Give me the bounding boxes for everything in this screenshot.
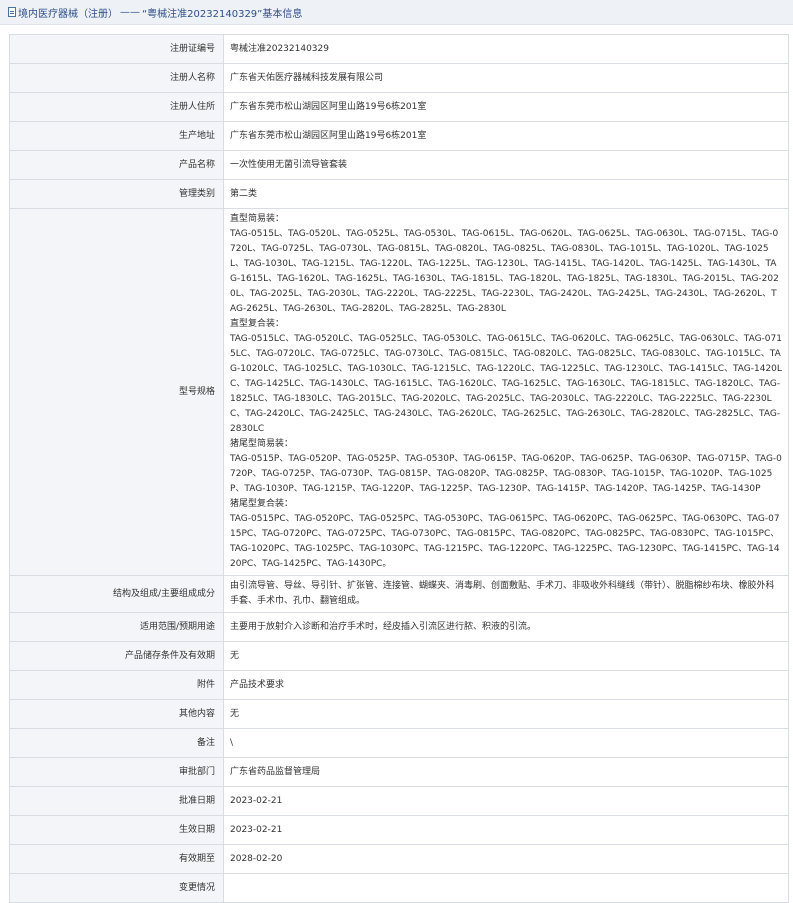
row-label: 生效日期 — [9, 815, 224, 845]
page-header: 境内医疗器械（注册） —— “粤械注准20232140329”基本信息 — [0, 0, 793, 25]
table-row: 批准日期 2023-02-21 — [9, 786, 789, 816]
registrant-value: 广东省天佑医疗器械科技发展有限公司 — [223, 63, 789, 93]
model-group-title: 直型复合装： — [230, 319, 285, 329]
row-label: 审批部门 — [9, 757, 224, 787]
usage-value: 主要用于放射介入诊断和治疗手术时，经皮插入引流区进行脓、积液的引流。 — [223, 612, 789, 642]
other-value: 无 — [223, 699, 789, 729]
table-row: 有效期至 2028-02-20 — [9, 844, 789, 874]
row-label: 型号规格 — [9, 208, 224, 576]
page-title: “粤械注准20232140329”基本信息 — [142, 8, 303, 20]
table-row: 注册人名称 广东省天佑医疗器械科技发展有限公司 — [9, 63, 789, 93]
row-label: 注册人名称 — [9, 63, 224, 93]
table-row: 生效日期 2023-02-21 — [9, 815, 789, 845]
title-separator: —— — [120, 6, 140, 18]
row-label: 附件 — [9, 670, 224, 700]
attachment-value: 产品技术要求 — [223, 670, 789, 700]
table-row: 备注 \ — [9, 728, 789, 758]
product-name-value: 一次性使用无菌引流导管套装 — [223, 150, 789, 180]
model-group-items: TAG-0515PC、TAG-0520PC、TAG-0525PC、TAG-053… — [230, 514, 780, 569]
row-label: 备注 — [9, 728, 224, 758]
model-group-title: 猪尾型复合装： — [230, 499, 294, 509]
row-label: 批准日期 — [9, 786, 224, 816]
row-label: 注册证编号 — [9, 34, 224, 64]
table-row: 产品储存条件及有效期 无 — [9, 641, 789, 671]
effective-date-value: 2023-02-21 — [223, 815, 789, 845]
models-value: 直型简易装： TAG-0515L、TAG-0520L、TAG-0525L、TAG… — [223, 208, 789, 576]
row-label: 管理类别 — [9, 179, 224, 209]
changes-value — [223, 873, 789, 903]
table-row: 注册人住所 广东省东莞市松山湖园区阿里山路19号6栋201室 — [9, 92, 789, 122]
table-row: 变更情况 — [9, 873, 789, 903]
approver-value: 广东省药品监督管理局 — [223, 757, 789, 787]
table-row: 审批部门 广东省药品监督管理局 — [9, 757, 789, 787]
document-icon — [8, 7, 16, 17]
composition-value: 由引流导管、导丝、导引针、扩张管、连接管、蝴蝶夹、消毒刷、创面敷贴、手术刀、非吸… — [223, 575, 789, 613]
model-group-items: TAG-0515L、TAG-0520L、TAG-0525L、TAG-0530L、… — [230, 229, 779, 314]
model-group-items: TAG-0515P、TAG-0520P、TAG-0525P、TAG-0530P、… — [230, 454, 782, 494]
table-row: 其他内容 无 — [9, 699, 789, 729]
table-row: 结构及组成/主要组成成分 由引流导管、导丝、导引针、扩张管、连接管、蝴蝶夹、消毒… — [9, 575, 789, 613]
table-row: 生产地址 广东省东莞市松山湖园区阿里山路19号6栋201室 — [9, 121, 789, 151]
remark-value: \ — [223, 728, 789, 758]
row-label: 变更情况 — [9, 873, 224, 903]
model-group-items: TAG-0515LC、TAG-0520LC、TAG-0525LC、TAG-053… — [230, 334, 782, 434]
info-table: 注册证编号 粤械注准20232140329 注册人名称 广东省天佑医疗器械科技发… — [9, 34, 789, 903]
expiry-value: 2028-02-20 — [223, 844, 789, 874]
row-label: 结构及组成/主要组成成分 — [9, 575, 224, 613]
reg-no-value: 粤械注准20232140329 — [223, 34, 789, 64]
table-row: 附件 产品技术要求 — [9, 670, 789, 700]
row-label: 注册人住所 — [9, 92, 224, 122]
table-row: 注册证编号 粤械注准20232140329 — [9, 34, 789, 64]
table-row: 产品名称 一次性使用无菌引流导管套装 — [9, 150, 789, 180]
row-label: 有效期至 — [9, 844, 224, 874]
row-label: 产品储存条件及有效期 — [9, 641, 224, 671]
row-label: 适用范围/预期用途 — [9, 612, 224, 642]
prod-address-value: 广东省东莞市松山湖园区阿里山路19号6栋201室 — [223, 121, 789, 151]
storage-value: 无 — [223, 641, 789, 671]
table-row: 型号规格 直型简易装： TAG-0515L、TAG-0520L、TAG-0525… — [9, 208, 789, 576]
row-label: 产品名称 — [9, 150, 224, 180]
approve-date-value: 2023-02-21 — [223, 786, 789, 816]
table-row: 管理类别 第二类 — [9, 179, 789, 209]
mgmt-class-value: 第二类 — [223, 179, 789, 209]
model-group-title: 猪尾型简易装： — [230, 439, 294, 449]
row-label: 其他内容 — [9, 699, 224, 729]
breadcrumb-category[interactable]: 境内医疗器械（注册） — [18, 5, 118, 20]
table-row: 适用范围/预期用途 主要用于放射介入诊断和治疗手术时，经皮插入引流区进行脓、积液… — [9, 612, 789, 642]
model-group-title: 直型简易装： — [230, 214, 285, 224]
address-value: 广东省东莞市松山湖园区阿里山路19号6栋201室 — [223, 92, 789, 122]
row-label: 生产地址 — [9, 121, 224, 151]
